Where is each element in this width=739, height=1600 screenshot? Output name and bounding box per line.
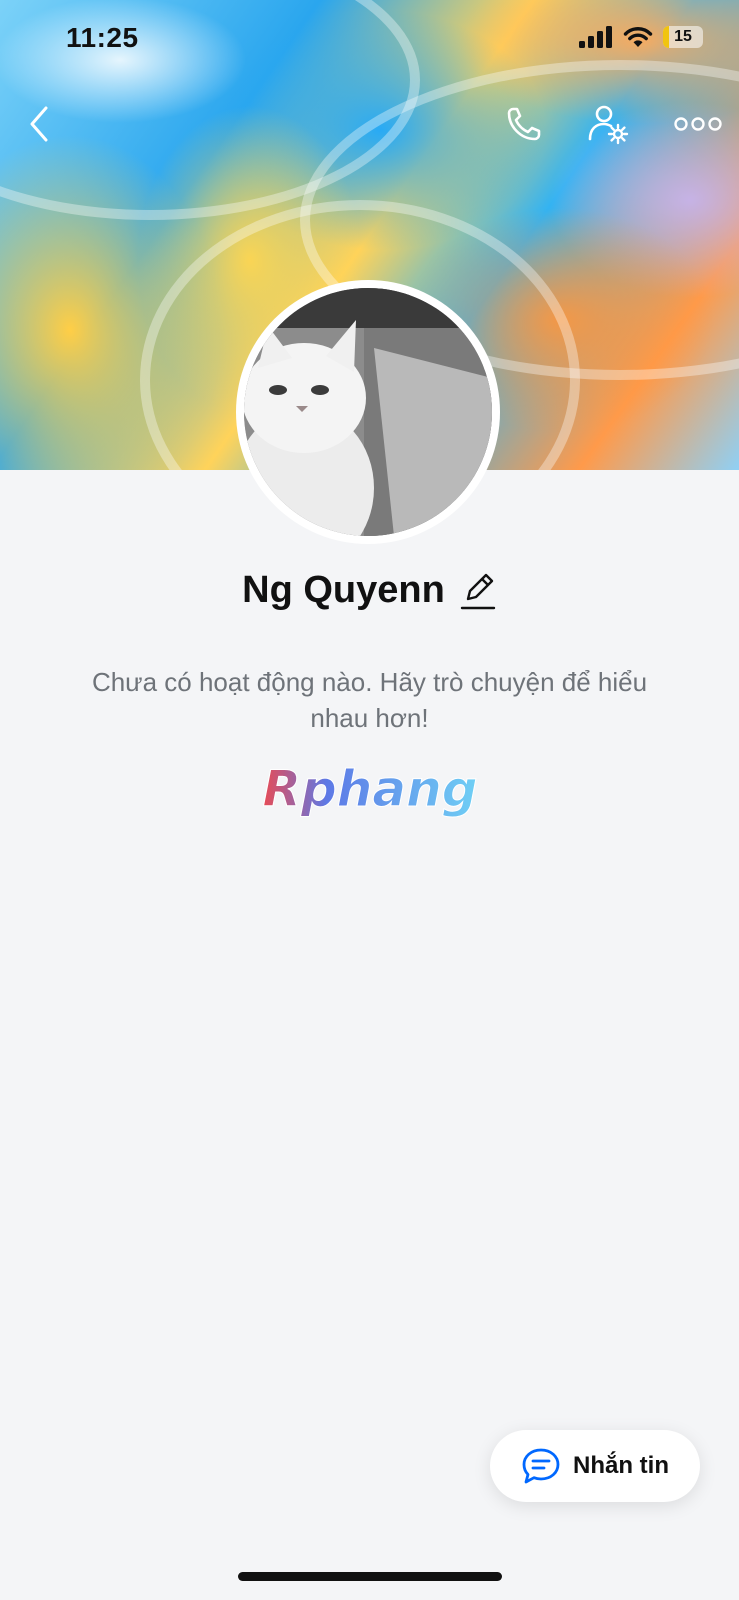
status-bar: 11:25 15 xyxy=(0,0,739,80)
more-horizontal-icon xyxy=(674,117,722,131)
status-time: 11:25 xyxy=(66,22,139,53)
avatar[interactable] xyxy=(244,288,492,536)
profile-name-row: Ng Quyenn xyxy=(0,568,739,612)
empty-activity-text: Chưa có hoạt động nào. Hãy trò chuyện để… xyxy=(91,667,648,733)
send-message-label: Nhắn tin xyxy=(573,1452,669,1479)
profile-settings-button[interactable] xyxy=(580,96,636,152)
watermark-graphic: Rphang xyxy=(261,760,477,819)
phone-icon xyxy=(507,107,541,141)
status-icons: 15 xyxy=(579,26,703,48)
watermark-text: Rphang xyxy=(262,762,477,818)
back-button[interactable] xyxy=(12,96,68,152)
battery-fill xyxy=(663,26,669,48)
avatar-cat-image xyxy=(244,288,492,536)
chat-bubble-icon xyxy=(522,1448,560,1484)
send-message-button[interactable]: Nhắn tin xyxy=(490,1430,700,1502)
profile-name: Ng Quyenn xyxy=(242,568,445,611)
edit-name-button[interactable] xyxy=(459,568,497,612)
chevron-left-icon xyxy=(30,106,48,142)
more-options-button[interactable] xyxy=(668,96,728,152)
user-settings-icon xyxy=(588,105,629,145)
watermark-logo: Rphang xyxy=(0,760,739,831)
battery-level: 15 xyxy=(674,28,692,45)
avatar-frame[interactable] xyxy=(236,280,500,544)
home-indicator[interactable] xyxy=(238,1572,502,1581)
call-button[interactable] xyxy=(496,96,552,152)
battery-indicator: 15 xyxy=(663,26,703,48)
pencil-icon xyxy=(460,573,496,610)
wifi-icon xyxy=(623,27,653,47)
cellular-signal-icon xyxy=(579,26,612,48)
